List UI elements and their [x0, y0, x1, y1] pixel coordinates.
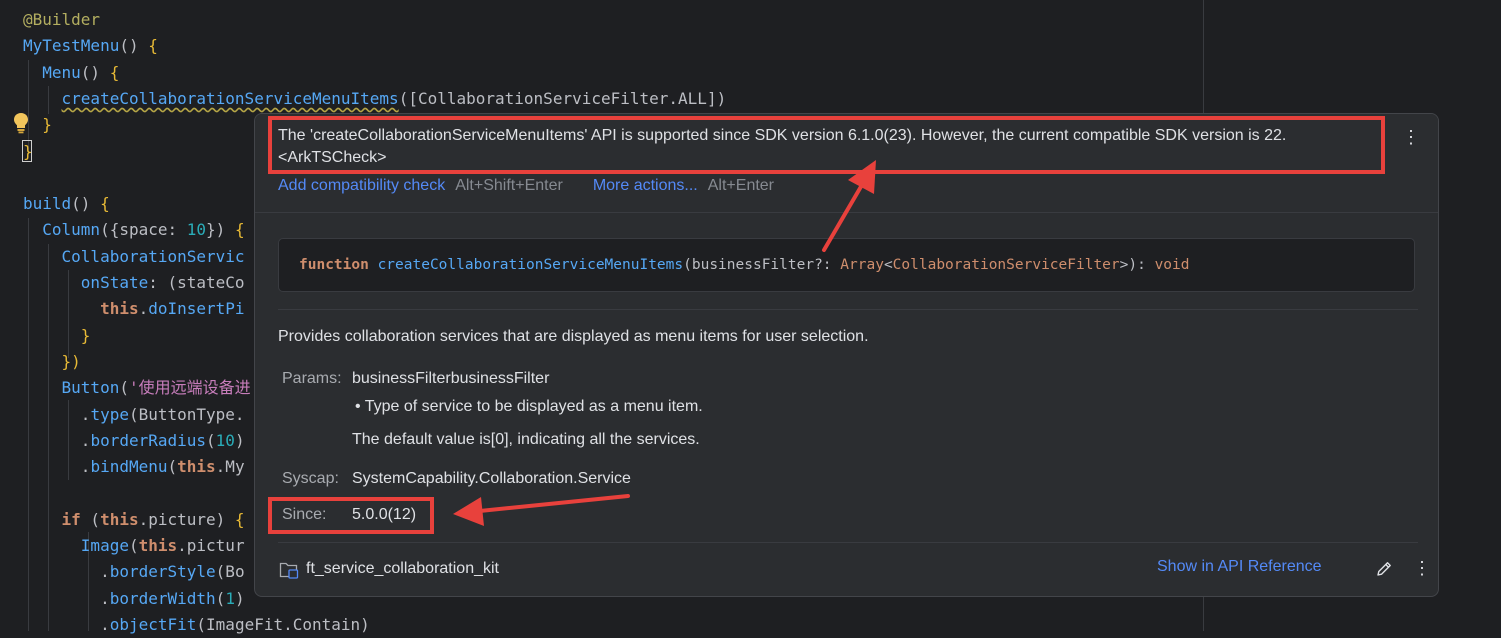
arrow-to-warning	[822, 160, 876, 252]
arrow-to-since	[453, 494, 630, 526]
annotation-arrows	[453, 160, 876, 526]
